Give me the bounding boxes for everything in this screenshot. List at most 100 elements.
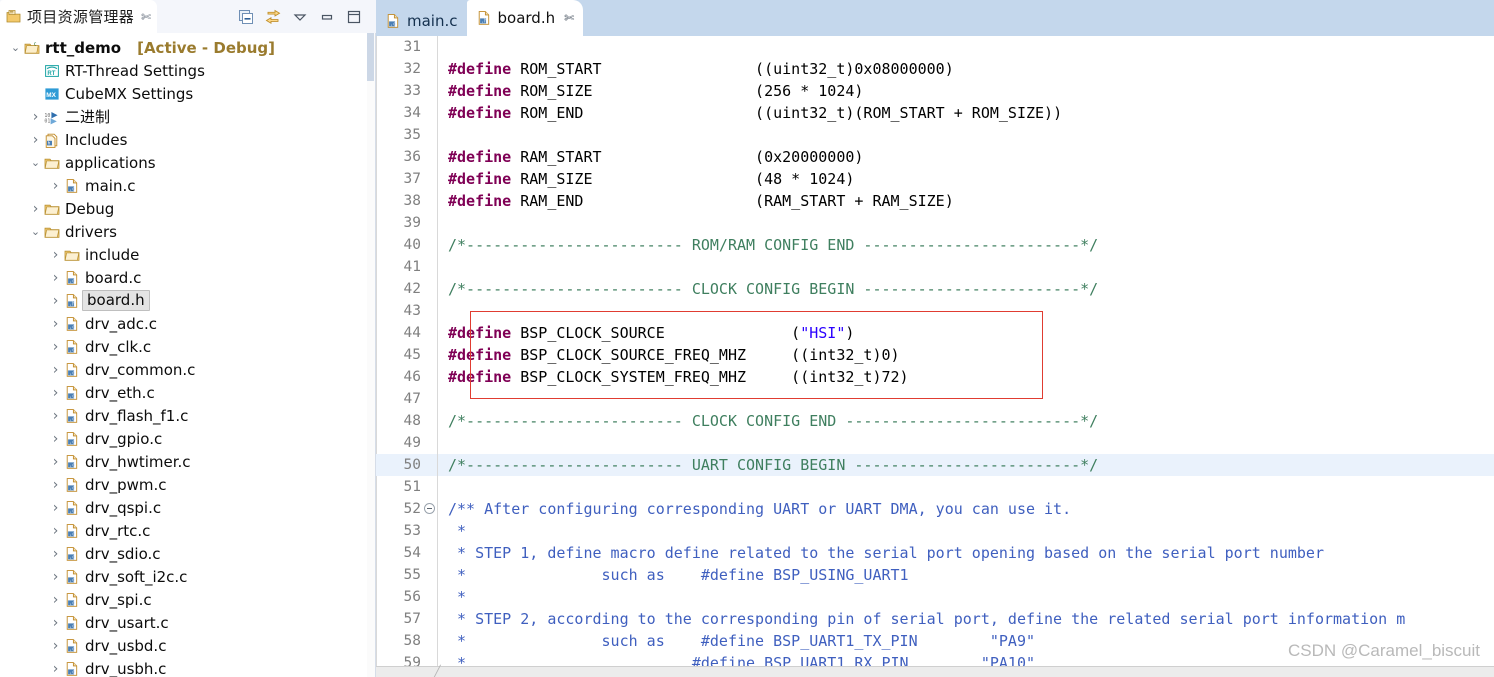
tree-item-label[interactable]: main.c bbox=[81, 177, 136, 195]
code-line[interactable]: * STEP 1, define macro define related to… bbox=[438, 542, 1494, 564]
minimize-icon[interactable] bbox=[318, 8, 336, 26]
chevron-right-icon[interactable]: › bbox=[48, 340, 63, 354]
tree-scrollbar-track[interactable] bbox=[367, 33, 375, 677]
code-line[interactable]: #define RAM_SIZE (48 * 1024) bbox=[438, 168, 1494, 190]
code-line[interactable] bbox=[438, 432, 1494, 454]
tree-item-label[interactable]: drv_spi.c bbox=[81, 591, 152, 609]
chevron-right-icon[interactable]: › bbox=[48, 524, 63, 538]
tree-item-label[interactable]: board.h bbox=[82, 290, 150, 311]
tree-item-label[interactable]: drv_sdio.c bbox=[81, 545, 161, 563]
tree-item-drv_eth.c[interactable]: › .cdrv_eth.c bbox=[0, 381, 375, 404]
tree-scrollbar-thumb[interactable] bbox=[367, 33, 374, 81]
horizontal-scrollbar[interactable]: ╱ bbox=[376, 666, 1494, 677]
tree-item-drv_flash_f1.c[interactable]: › .cdrv_flash_f1.c bbox=[0, 404, 375, 427]
code-line[interactable] bbox=[438, 36, 1494, 58]
chevron-right-icon[interactable]: › bbox=[48, 317, 63, 331]
code-line[interactable] bbox=[438, 124, 1494, 146]
chevron-right-icon[interactable]: › bbox=[48, 478, 63, 492]
tree-item-label[interactable]: drv_usbh.c bbox=[81, 660, 166, 677]
collapse-all-icon[interactable] bbox=[237, 8, 255, 26]
code-line[interactable]: * such as #define BSP_USING_UART1 bbox=[438, 564, 1494, 586]
tree-item-drv_qspi.c[interactable]: › .cdrv_qspi.c bbox=[0, 496, 375, 519]
tree-item-label[interactable]: Includes bbox=[61, 131, 127, 149]
close-icon[interactable]: ✄ bbox=[564, 11, 574, 25]
code-editor[interactable]: 3132333435363738394041424344454647484950… bbox=[376, 36, 1494, 677]
tree-item-board.c[interactable]: › .cboard.c bbox=[0, 266, 375, 289]
code-line[interactable]: #define ROM_SIZE (256 * 1024) bbox=[438, 80, 1494, 102]
code-line[interactable] bbox=[438, 300, 1494, 322]
tree-item-label[interactable]: drv_eth.c bbox=[81, 384, 155, 402]
chevron-right-icon[interactable]: › bbox=[28, 110, 43, 124]
tree-item-main.c[interactable]: › .cmain.c bbox=[0, 174, 375, 197]
tree-item-label[interactable]: drv_adc.c bbox=[81, 315, 157, 333]
tree-item-applications[interactable]: ⌄ applications bbox=[0, 151, 375, 174]
project-tree-container[interactable]: ⌄ crtt_demo[Active - Debug] RTRT-Thread … bbox=[0, 33, 376, 677]
view-menu-icon[interactable] bbox=[291, 8, 309, 26]
tree-item-label[interactable]: Debug bbox=[61, 200, 114, 218]
chevron-right-icon[interactable]: › bbox=[48, 662, 63, 676]
tree-item-label[interactable]: drv_qspi.c bbox=[81, 499, 161, 517]
tree-item-drv_common.c[interactable]: › .cdrv_common.c bbox=[0, 358, 375, 381]
chevron-right-icon[interactable]: › bbox=[48, 179, 63, 193]
chevron-right-icon[interactable]: › bbox=[28, 202, 43, 216]
tree-item-CubeMXSettings[interactable]: MXCubeMX Settings bbox=[0, 82, 375, 105]
tree-item-drv_hwtimer.c[interactable]: › .cdrv_hwtimer.c bbox=[0, 450, 375, 473]
close-icon[interactable]: ✄ bbox=[141, 11, 151, 23]
line-number-gutter[interactable]: 3132333435363738394041424344454647484950… bbox=[376, 36, 438, 677]
chevron-right-icon[interactable]: › bbox=[48, 409, 63, 423]
tree-item-label[interactable]: drv_rtc.c bbox=[81, 522, 150, 540]
tree-item-label[interactable]: drivers bbox=[61, 223, 117, 241]
editor-tab-main-c[interactable]: .cmain.c bbox=[376, 6, 467, 36]
tree-item-RTThreadSettings[interactable]: RTRT-Thread Settings bbox=[0, 59, 375, 82]
tree-item-drv_usbh.c[interactable]: › .cdrv_usbh.c bbox=[0, 657, 375, 677]
code-line[interactable]: #define ROM_START ((uint32_t)0x08000000) bbox=[438, 58, 1494, 80]
code-line[interactable]: /*------------------------ UART CONFIG B… bbox=[438, 454, 1494, 476]
code-line[interactable] bbox=[438, 256, 1494, 278]
tree-item-label[interactable]: RT-Thread Settings bbox=[61, 62, 205, 80]
chevron-right-icon[interactable]: › bbox=[48, 294, 63, 308]
tree-item-drv_pwm.c[interactable]: › .cdrv_pwm.c bbox=[0, 473, 375, 496]
code-line[interactable]: /** After configuring corresponding UART… bbox=[438, 498, 1494, 520]
code-line[interactable]: #define ROM_END ((uint32_t)(ROM_START + … bbox=[438, 102, 1494, 124]
tree-item-board.h[interactable]: › .hboard.h bbox=[0, 289, 375, 312]
tree-item-drv_rtc.c[interactable]: › .cdrv_rtc.c bbox=[0, 519, 375, 542]
tree-item-label[interactable]: drv_pwm.c bbox=[81, 476, 166, 494]
tree-item-label[interactable]: drv_gpio.c bbox=[81, 430, 162, 448]
tree-item-label[interactable]: board.c bbox=[81, 269, 141, 287]
editor-tab-board-h[interactable]: .hboard.h✄ bbox=[467, 0, 584, 36]
tree-item-drivers[interactable]: ⌄ drivers bbox=[0, 220, 375, 243]
tree-item-drv_gpio.c[interactable]: › .cdrv_gpio.c bbox=[0, 427, 375, 450]
tree-item-label[interactable]: drv_common.c bbox=[81, 361, 195, 379]
tree-item-[interactable]: ›10 01 二进制 bbox=[0, 105, 375, 128]
tree-item-label[interactable]: drv_soft_i2c.c bbox=[81, 568, 187, 586]
tree-item-label[interactable]: 二进制 bbox=[61, 106, 110, 127]
chevron-down-icon[interactable]: ⌄ bbox=[8, 42, 23, 53]
tree-item-Debug[interactable]: › Debug bbox=[0, 197, 375, 220]
chevron-right-icon[interactable]: › bbox=[48, 547, 63, 561]
project-explorer-tab[interactable]: 项目资源管理器 ✄ bbox=[0, 0, 157, 33]
code-line[interactable]: * bbox=[438, 586, 1494, 608]
chevron-right-icon[interactable]: › bbox=[48, 271, 63, 285]
code-line[interactable]: #define BSP_CLOCK_SOURCE ("HSI") bbox=[438, 322, 1494, 344]
tree-item-label[interactable]: drv_usbd.c bbox=[81, 637, 166, 655]
tree-item-label[interactable]: drv_flash_f1.c bbox=[81, 407, 188, 425]
code-line[interactable] bbox=[438, 476, 1494, 498]
link-with-editor-icon[interactable] bbox=[264, 8, 282, 26]
tree-item-drv_usbd.c[interactable]: › .cdrv_usbd.c bbox=[0, 634, 375, 657]
chevron-right-icon[interactable]: › bbox=[48, 432, 63, 446]
chevron-right-icon[interactable]: › bbox=[48, 501, 63, 515]
tree-item-drv_spi.c[interactable]: › .cdrv_spi.c bbox=[0, 588, 375, 611]
chevron-down-icon[interactable]: ⌄ bbox=[28, 157, 43, 168]
tree-item-drv_clk.c[interactable]: › .cdrv_clk.c bbox=[0, 335, 375, 358]
tree-item-label[interactable]: drv_usart.c bbox=[81, 614, 169, 632]
code-line[interactable]: * STEP 2, according to the corresponding… bbox=[438, 608, 1494, 630]
chevron-right-icon[interactable]: › bbox=[48, 248, 63, 262]
code-line[interactable]: #define RAM_END (RAM_START + RAM_SIZE) bbox=[438, 190, 1494, 212]
chevron-right-icon[interactable]: › bbox=[48, 363, 63, 377]
tree-item-label[interactable]: CubeMX Settings bbox=[61, 85, 193, 103]
tree-item-drv_sdio.c[interactable]: › .cdrv_sdio.c bbox=[0, 542, 375, 565]
chevron-right-icon[interactable]: › bbox=[48, 639, 63, 653]
maximize-icon[interactable] bbox=[345, 8, 363, 26]
code-line[interactable]: /*------------------------ CLOCK CONFIG … bbox=[438, 410, 1494, 432]
chevron-right-icon[interactable]: › bbox=[48, 570, 63, 584]
